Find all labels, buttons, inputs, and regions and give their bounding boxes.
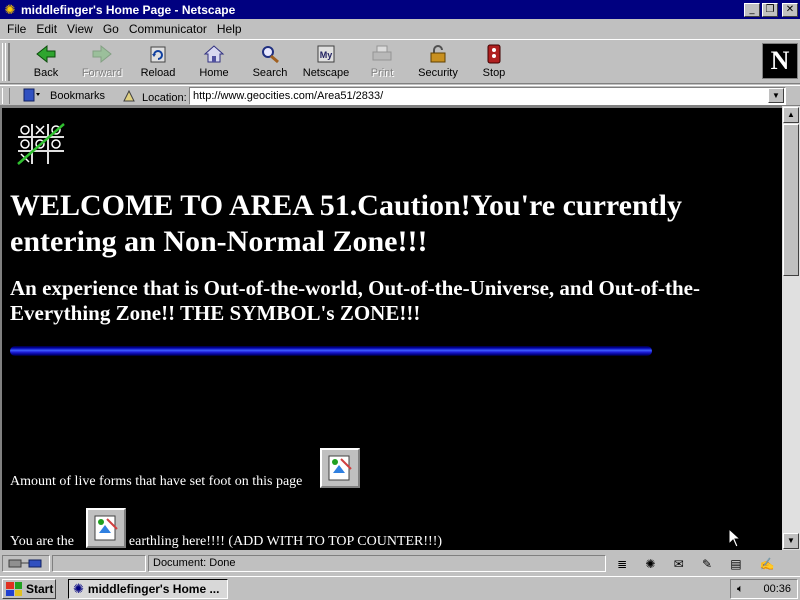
stop-button[interactable]: Stop — [466, 43, 522, 81]
address-book-component-icon[interactable]: ▤ — [730, 557, 741, 571]
windows-logo-icon — [6, 582, 22, 596]
security-lock-icon — [426, 43, 450, 65]
home-icon — [202, 43, 226, 65]
menu-bar: File Edit View Go Communicator Help — [0, 19, 800, 38]
netscape-task-icon: ✺ — [73, 581, 84, 596]
menu-view[interactable]: View — [62, 22, 98, 36]
reload-icon — [146, 43, 170, 65]
close-button[interactable]: ✕ — [782, 2, 798, 17]
home-button[interactable]: Home — [186, 43, 242, 81]
visitor-count-text: Amount of live forms that have set foot … — [10, 474, 303, 489]
forward-label: Forward — [81, 67, 123, 79]
clock[interactable]: 00:36 — [763, 583, 791, 595]
reload-label: Reload — [140, 67, 176, 79]
earthling-text-after: earthling here!!!! (ADD WITH TO TOP COUN… — [128, 534, 443, 549]
navigator-component-icon[interactable]: ✺ — [645, 557, 655, 571]
menu-go[interactable]: Go — [98, 22, 124, 36]
connection-status-indicator — [2, 555, 50, 572]
earthling-text-before: You are the — [10, 534, 74, 549]
maximize-button[interactable]: ❐ — [762, 2, 778, 17]
forward-arrow-icon — [90, 43, 114, 65]
back-label: Back — [33, 67, 59, 79]
status-text: Document: Done — [148, 555, 606, 572]
mouse-cursor-icon — [728, 527, 742, 550]
print-label: Print — [370, 67, 394, 79]
menu-file[interactable]: File — [2, 22, 31, 36]
menu-help[interactable]: Help — [212, 22, 247, 36]
url-dropdown-button[interactable]: ▼ — [768, 88, 784, 103]
task-label: middlefinger's Home ... — [87, 582, 220, 596]
taskbar-netscape-task[interactable]: ✺ middlefinger's Home ... — [68, 579, 228, 599]
bookmarks-button[interactable]: Bookmarks — [22, 87, 105, 105]
composer-component-icon[interactable]: ✍ — [760, 557, 775, 571]
url-input[interactable]: http://www.geocities.com/Area51/2833/ — [189, 87, 786, 105]
svg-text:My: My — [320, 50, 333, 60]
mail-component-icon[interactable]: ✉ — [674, 557, 684, 571]
stop-icon — [482, 43, 506, 65]
location-label-group: Location: — [122, 89, 187, 106]
progress-bar — [52, 555, 146, 572]
bookmarks-label: Bookmarks — [50, 90, 106, 102]
netscape-icon: My — [314, 43, 338, 65]
location-grip[interactable] — [2, 88, 10, 104]
component-bar: ≣ ✺ ✉ ✎ ▤ ✍ — [608, 555, 784, 572]
system-tray: 🔈︎ 00:36 — [730, 579, 798, 599]
tic-tac-toe-logo-image — [14, 120, 70, 170]
bookmarks-icon — [22, 88, 42, 105]
back-button[interactable]: Back — [18, 43, 74, 81]
forward-button[interactable]: Forward — [74, 43, 130, 81]
vertical-scrollbar[interactable]: ▲ ▼ — [782, 106, 800, 550]
title-bar[interactable]: ✺ middlefinger's Home Page - Netscape _ … — [0, 0, 800, 19]
netscape-app-icon[interactable]: ✺ — [2, 2, 18, 18]
window-title: middlefinger's Home Page - Netscape — [21, 2, 236, 17]
print-icon — [370, 43, 394, 65]
status-bar: Document: Done ≣ ✺ ✉ ✎ ▤ ✍ — [0, 552, 800, 574]
volume-icon[interactable]: 🔈︎ — [737, 583, 744, 596]
toolbar-grip[interactable] — [2, 43, 10, 81]
page-content: WELCOME TO AREA 51.Caution!You're curren… — [0, 106, 782, 550]
page-proxy-icon[interactable] — [122, 89, 136, 106]
blue-divider-bar — [10, 346, 652, 356]
stop-label: Stop — [482, 67, 506, 79]
page-subheading: An experience that is Out-of-the-world, … — [10, 276, 700, 325]
counter-image-placeholder-2 — [86, 508, 126, 548]
scroll-up-button[interactable]: ▲ — [783, 107, 799, 123]
navigation-toolbar: Back Forward Reload Home Search My Netsc… — [0, 39, 800, 84]
menu-edit[interactable]: Edit — [31, 22, 62, 36]
back-arrow-icon — [34, 43, 58, 65]
reload-button[interactable]: Reload — [130, 43, 186, 81]
menu-communicator[interactable]: Communicator — [124, 22, 212, 36]
counter-image-placeholder — [320, 448, 360, 488]
windows-taskbar: Start ✺ middlefinger's Home ... 🔈︎ 00:36 — [0, 576, 800, 600]
page-heading: WELCOME TO AREA 51.Caution!You're curren… — [10, 189, 683, 258]
newsgroups-component-icon[interactable]: ✎ — [702, 557, 712, 571]
scroll-down-button[interactable]: ▼ — [783, 533, 799, 549]
search-icon — [258, 43, 282, 65]
minimize-button[interactable]: _ — [744, 2, 760, 17]
search-label: Search — [252, 67, 288, 79]
location-label: Location: — [142, 91, 187, 104]
netscape-label: Netscape — [302, 67, 350, 79]
start-label: Start — [26, 582, 54, 596]
print-button[interactable]: Print — [354, 43, 410, 81]
search-button[interactable]: Search — [242, 43, 298, 81]
security-label: Security — [418, 67, 458, 79]
netscape-button[interactable]: My Netscape — [298, 43, 354, 81]
netscape-throbber-logo[interactable]: N — [762, 43, 798, 79]
start-button[interactable]: Start — [2, 579, 56, 599]
security-button[interactable]: Security — [410, 43, 466, 81]
scroll-thumb[interactable] — [783, 124, 799, 276]
component-bar-grip-icon[interactable]: ≣ — [617, 557, 627, 571]
location-toolbar: Bookmarks Location: http://www.geocities… — [0, 85, 800, 106]
home-label: Home — [199, 67, 229, 79]
earthling-line: You are the earthling here!!!! (ADD WITH… — [10, 534, 442, 550]
